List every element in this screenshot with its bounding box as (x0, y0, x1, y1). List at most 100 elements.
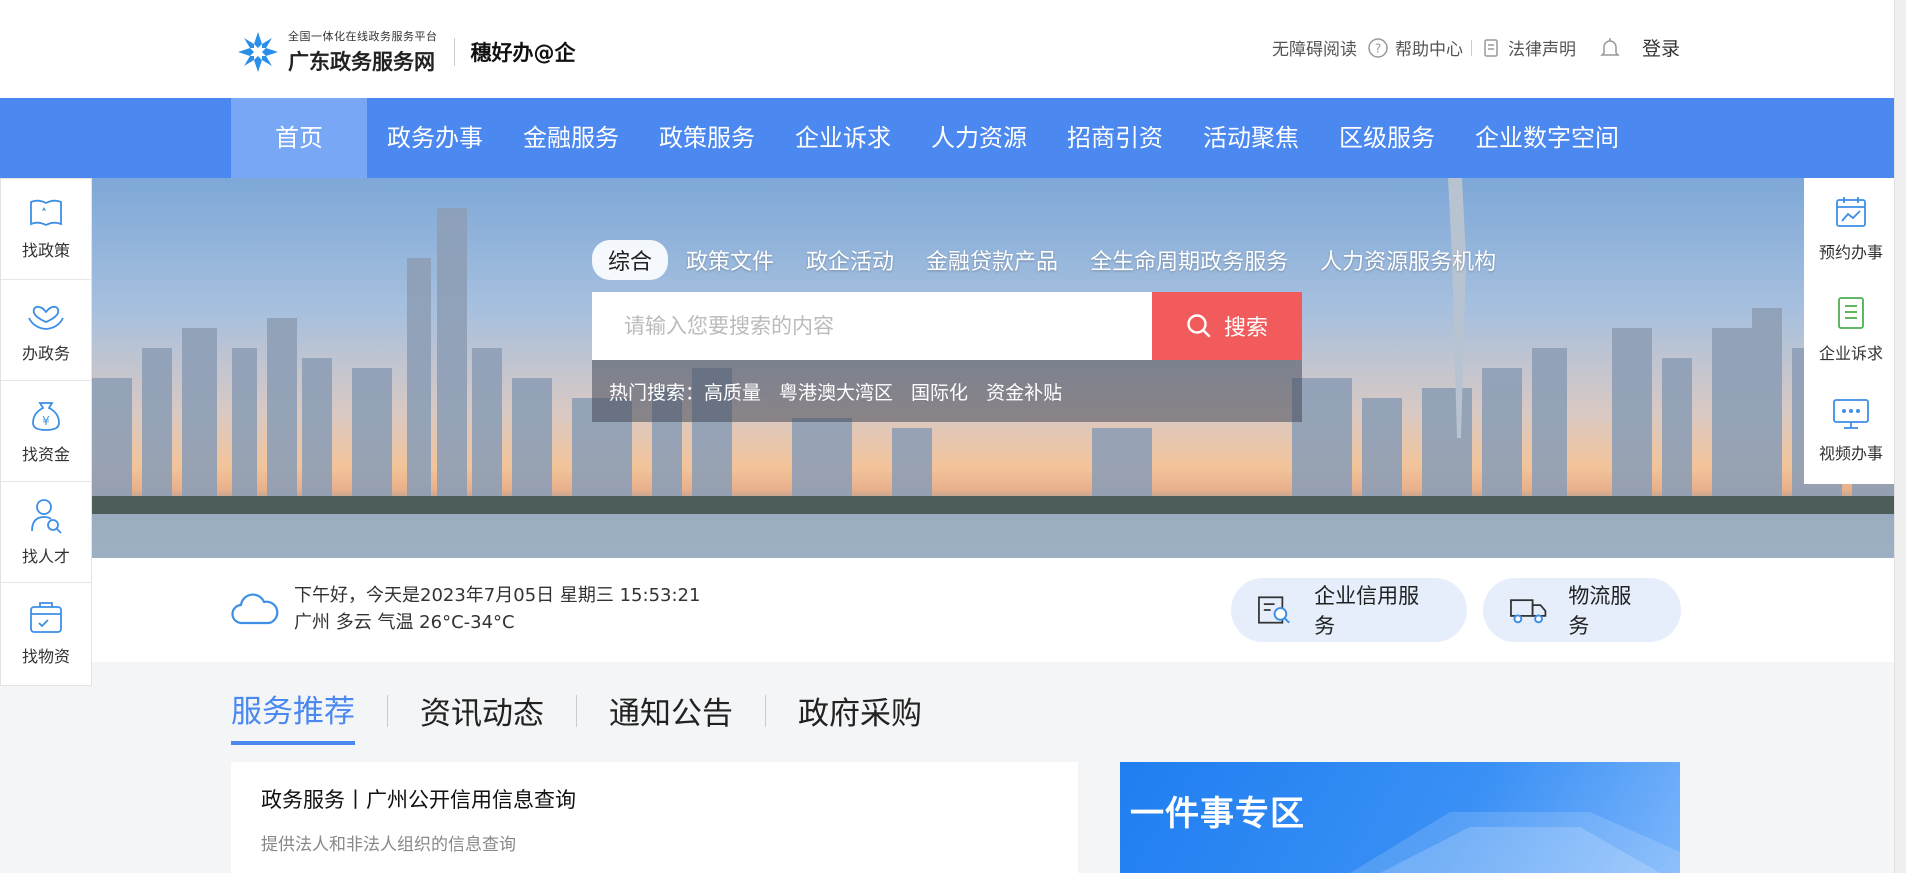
search-tab-activities[interactable]: 政企活动 (806, 244, 894, 276)
calendar-chart-icon (1836, 196, 1866, 227)
weather-widget: 下午好，今天是2023年7月05日 星期三 15:53:21 广州 多云 气温 … (230, 582, 700, 636)
nav-item-digital-space[interactable]: 企业数字空间 (1455, 98, 1639, 178)
notification-bell[interactable] (1598, 36, 1628, 60)
nav-item-investment[interactable]: 招商引资 (1047, 98, 1183, 178)
help-center-link[interactable]: ? 帮助中心 (1367, 35, 1463, 60)
nav-item-finance[interactable]: 金融服务 (503, 98, 639, 178)
nav-item-enterprise-appeal[interactable]: 企业诉求 (775, 98, 911, 178)
video-monitor-icon (1833, 398, 1869, 429)
search-tab-policy-docs[interactable]: 政策文件 (686, 244, 774, 276)
site-logo[interactable]: 全国一体化在线政务服务平台 广东政务服务网 穗好办@企 (236, 28, 576, 76)
accessibility-link[interactable]: 无障碍阅读 (1272, 35, 1357, 60)
svg-text:¥: ¥ (42, 414, 50, 428)
main-nav: 首页 政务办事 金融服务 政策服务 企业诉求 人力资源 招商引资 活动聚焦 区级… (0, 98, 1906, 178)
nav-item-government-affairs[interactable]: 政务办事 (367, 98, 503, 178)
left-menu-find-talent[interactable]: 找人才 (1, 482, 91, 583)
right-menu-enterprise-appeal[interactable]: 企业诉求 (1804, 279, 1898, 380)
supplies-box-icon (30, 601, 62, 633)
nav-item-home[interactable]: 首页 (231, 98, 367, 178)
left-menu-find-funds[interactable]: ¥ 找资金 (1, 381, 91, 482)
help-icon: ? (1368, 37, 1388, 58)
bell-icon (1600, 37, 1620, 56)
weather-text: 广州 多云 气温 26°C-34°C (294, 612, 515, 633)
credit-search-icon (1258, 596, 1290, 624)
tab-procurement[interactable]: 政府采购 (798, 688, 922, 743)
search-tab-lifecycle[interactable]: 全生命周期政务服务 (1090, 244, 1288, 276)
tab-divider (387, 694, 388, 727)
help-center-label: 帮助中心 (1394, 40, 1463, 60)
link-divider (1470, 39, 1472, 56)
left-menu-label: 找物资 (21, 646, 70, 666)
service-card-description: 提供法人和非法人组织的信息查询 (261, 835, 516, 855)
credit-service-button[interactable]: 企业信用服务 (1231, 578, 1467, 642)
left-menu-find-policy[interactable]: 找政策 (1, 179, 91, 280)
logo-subtitle: 全国一体化在线政务服务平台 (288, 30, 438, 43)
hot-searches: 热门搜索： 高质量 粤港澳大湾区 国际化 资金补贴 (592, 360, 1302, 422)
logistics-service-label: 物流服务 (1568, 584, 1632, 638)
logistics-service-button[interactable]: 物流服务 (1483, 578, 1681, 642)
search-tab-all[interactable]: 综合 (592, 240, 669, 280)
right-menu-appointment[interactable]: 预约办事 (1804, 178, 1898, 279)
left-menu-label: 找人才 (21, 547, 70, 566)
service-card-title: 政务服务丨广州公开信用信息查询 (261, 788, 576, 812)
tab-news[interactable]: 资讯动态 (420, 688, 544, 743)
legal-label: 法律声明 (1507, 40, 1576, 60)
hot-search-item[interactable]: 国际化 (911, 378, 968, 405)
hot-search-item[interactable]: 高质量 (704, 378, 761, 405)
site-slogan: 穗好办@企 (470, 41, 576, 65)
datetime-text: 下午好，今天是2023年7月05日 星期三 15:53:21 (294, 585, 701, 606)
right-menu-video-service[interactable]: 视频办事 (1804, 380, 1898, 481)
search-tab-loans[interactable]: 金融贷款产品 (926, 244, 1058, 276)
hot-search-label: 热门搜索： (609, 381, 705, 404)
left-quick-menu: 找政策 办政务 ¥ 找资金 找人才 找物资 (0, 178, 92, 686)
policy-book-icon (30, 199, 62, 227)
search-button[interactable]: 搜索 (1152, 292, 1302, 360)
left-menu-government-affairs[interactable]: 办政务 (1, 280, 91, 381)
info-strip: 下午好，今天是2023年7月05日 星期三 15:53:21 广州 多云 气温 … (92, 558, 1906, 662)
left-menu-label: 找资金 (21, 445, 70, 464)
content-section-tabs: 服务推荐 资讯动态 通知公告 政府采购 (231, 686, 922, 745)
hot-search-item[interactable]: 资金补贴 (986, 378, 1062, 405)
right-menu-label: 预约办事 (1818, 242, 1883, 262)
nav-item-policy[interactable]: 政策服务 (639, 98, 775, 178)
nav-item-district[interactable]: 区级服务 (1319, 98, 1455, 178)
login-link[interactable]: 登录 (1642, 34, 1680, 61)
left-menu-label: 找政策 (21, 241, 70, 260)
hot-search-item[interactable]: 粤港澳大湾区 (779, 378, 893, 405)
nav-item-human-resources[interactable]: 人力资源 (911, 98, 1047, 178)
promo-title: 一件事专区 (1130, 794, 1305, 834)
truck-icon (1510, 599, 1547, 624)
search-tab-hr-agencies[interactable]: 人力资源服务机构 (1320, 244, 1496, 276)
money-bag-icon: ¥ (32, 402, 60, 431)
hero-banner: 综合 政策文件 政企活动 金融贷款产品 全生命周期政务服务 人力资源服务机构 搜… (92, 178, 1906, 558)
nav-item-events[interactable]: 活动聚焦 (1183, 98, 1319, 178)
document-list-icon (1838, 296, 1864, 329)
user-search-icon (31, 499, 62, 534)
search-category-tabs: 综合 政策文件 政企活动 金融贷款产品 全生命周期政务服务 人力资源服务机构 (592, 240, 1528, 280)
top-header: 全国一体化在线政务服务平台 广东政务服务网 穗好办@企 无障碍阅读 ? 帮助中心… (0, 0, 1906, 98)
right-quick-menu: 预约办事 企业诉求 视频办事 (1804, 178, 1898, 484)
legal-link[interactable]: 法律声明 (1482, 35, 1576, 60)
page-scrollbar[interactable] (1894, 0, 1906, 873)
tab-divider (765, 694, 766, 727)
logo-title: 广东政务服务网 (288, 50, 435, 74)
tab-divider (576, 694, 577, 727)
one-thing-zone-banner[interactable]: 一件事专区 (1120, 762, 1680, 873)
service-card[interactable]: 政务服务丨广州公开信用信息查询 提供法人和非法人组织的信息查询 (231, 762, 1078, 873)
document-icon (1484, 38, 1498, 57)
search-button-label: 搜索 (1223, 316, 1268, 341)
top-links: 无障碍阅读 ? 帮助中心 法律声明 登录 (1262, 34, 1680, 61)
tab-notices[interactable]: 通知公告 (609, 688, 733, 743)
logo-snowflake-icon (236, 30, 280, 74)
left-menu-label: 办政务 (21, 344, 70, 363)
tab-service-recommend[interactable]: 服务推荐 (231, 686, 355, 745)
search-input[interactable] (592, 292, 1152, 360)
right-menu-label: 视频办事 (1818, 443, 1883, 463)
left-menu-find-supplies[interactable]: 找物资 (1, 583, 91, 684)
logo-divider (453, 38, 455, 66)
credit-service-label: 企业信用服务 (1314, 584, 1420, 638)
svg-text:?: ? (1375, 41, 1381, 55)
heart-hands-icon (28, 305, 64, 330)
search-icon (1187, 314, 1211, 338)
cloud-icon (231, 593, 279, 625)
